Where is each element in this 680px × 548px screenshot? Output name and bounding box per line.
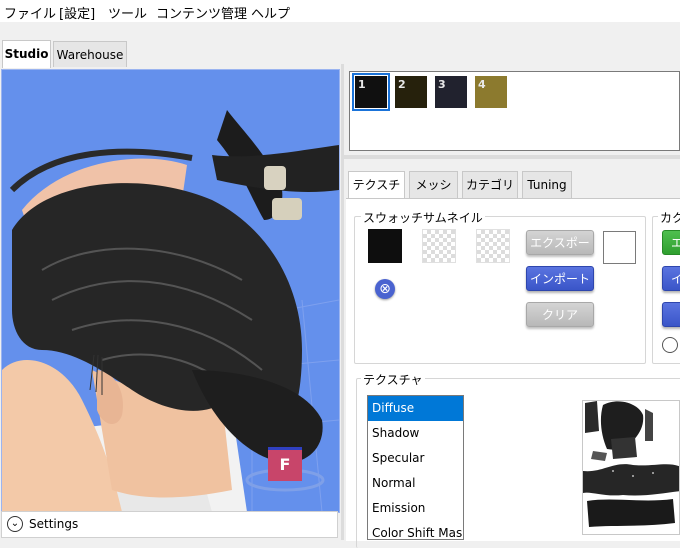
list-item-color-shift-mask[interactable]: Color Shift Mask [368,521,463,539]
settings-expander[interactable]: ⌄ Settings [1,511,338,538]
vertical-splitter[interactable] [341,64,344,540]
export-button[interactable]: エクスポート [526,230,594,275]
category-radio[interactable] [662,337,678,353]
list-item-diffuse[interactable]: Diffuse [368,396,463,421]
texture-type-list[interactable]: Diffuse Shadow Specular Normal Emission … [367,395,464,540]
swatch-strip: 1 2 3 4 [349,71,680,151]
horizontal-splitter[interactable] [344,155,680,159]
menu-tools[interactable]: ツール [108,3,147,22]
settings-label: Settings [29,517,79,531]
menu-help[interactable]: ヘルプ [251,3,290,22]
swatch-thumbnail-slot-3[interactable] [476,229,510,263]
swatch-thumbnail-preview[interactable] [368,229,402,263]
list-item-emission[interactable]: Emission [368,496,463,521]
swatch-number: 1 [358,78,366,91]
list-item-shadow[interactable]: Shadow [368,421,463,446]
tab-category[interactable]: カテゴリー [462,171,518,219]
category-group-title: カク [658,209,680,226]
category-blue-button[interactable]: イ [662,266,680,291]
close-circle-icon[interactable]: ⊗ [375,279,395,299]
category-blue-button-2[interactable] [662,302,680,327]
tab-studio[interactable]: Studio [2,40,51,68]
texture-group-title: テクスチャ [361,371,425,388]
menu-file[interactable]: ファイル [4,3,56,22]
gizmo-badge[interactable]: F [268,447,302,481]
character-render [2,110,339,512]
tab-tuning[interactable]: Tuning [522,171,572,198]
3d-viewport[interactable]: F [1,69,340,513]
swatch-4[interactable]: 4 [475,76,507,108]
swatch-number: 3 [438,78,446,91]
list-item-normal[interactable]: Normal [368,471,463,496]
category-green-button[interactable]: エ [662,230,680,255]
list-item-specular[interactable]: Specular [368,446,463,471]
tab-mesh[interactable]: メッシュ [409,171,458,219]
uv-map-image [583,401,679,527]
menu-content-management[interactable]: コンテンツ管理 [156,3,247,22]
swatch-1[interactable]: 1 [352,73,390,111]
texture-preview-image[interactable] [582,400,680,535]
menu-settings[interactable]: [設定] [59,3,95,22]
swatch-thumbnail-title: スウォッチサムネイル [361,209,485,226]
import-button[interactable]: インポート [526,266,594,291]
color-preview-box[interactable] [603,231,636,264]
chevron-down-icon[interactable]: ⌄ [7,516,23,532]
swatch-2[interactable]: 2 [395,76,427,108]
tab-texture[interactable]: テクスチャ [348,171,405,219]
swatch-number: 2 [398,78,406,91]
menu-bar: ファイル [設定] ツール コンテンツ管理 ヘルプ [0,0,680,22]
swatch-thumbnail-slot-2[interactable] [422,229,456,263]
swatch-3[interactable]: 3 [435,76,467,108]
tab-warehouse[interactable]: Warehouse [53,41,127,67]
swatch-number: 4 [478,78,486,91]
clear-button[interactable]: クリア [526,302,594,327]
